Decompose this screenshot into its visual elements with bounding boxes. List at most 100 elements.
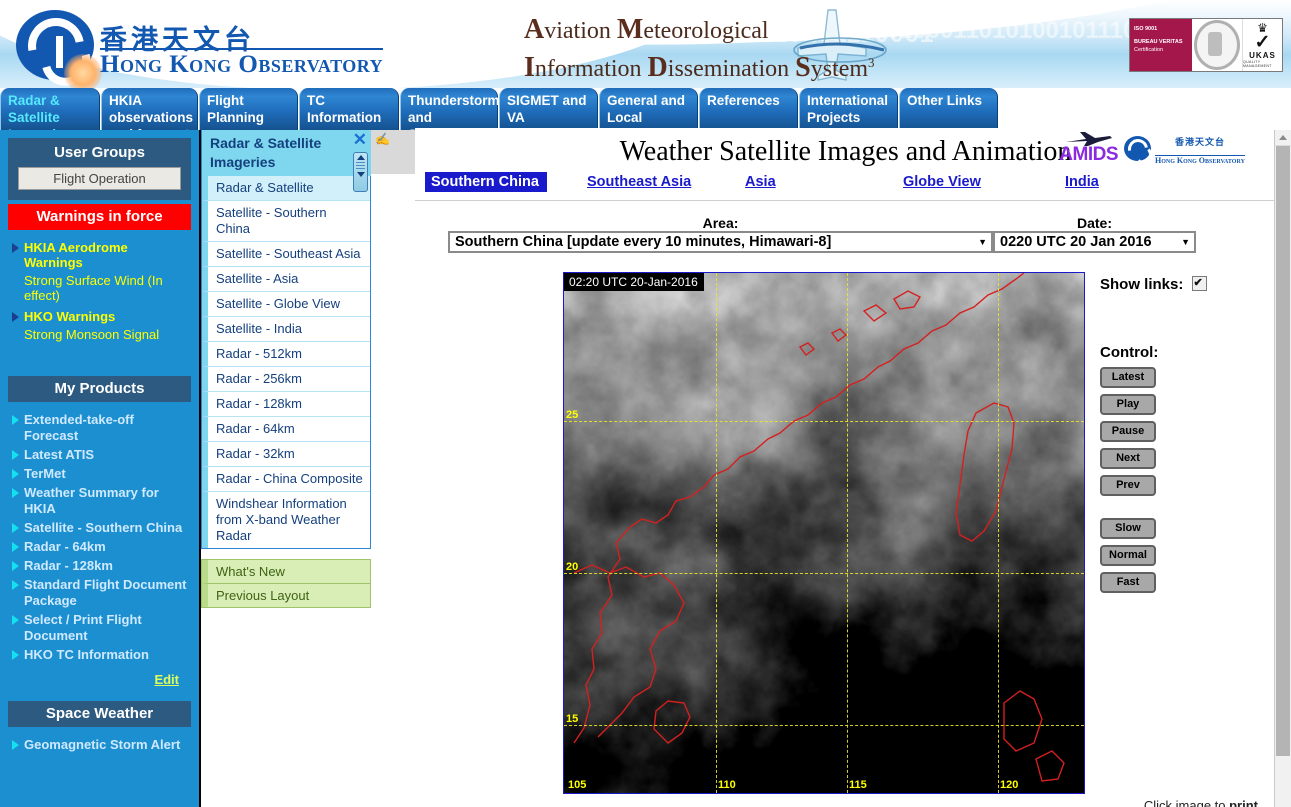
menu-item-radar-128km[interactable]: Radar - 128km <box>202 392 370 417</box>
tab-tc-information[interactable]: TC Information <box>299 88 399 130</box>
longitude-gridline <box>716 273 717 793</box>
my-product-item[interactable]: Weather Summary for HKIA <box>12 485 187 517</box>
my-product-item[interactable]: Satellite - Southern China <box>12 520 187 536</box>
next-button[interactable]: Next <box>1100 448 1156 469</box>
my-product-item[interactable]: Latest ATIS <box>12 447 187 463</box>
scrollbar-thumb[interactable] <box>1276 146 1290 756</box>
my-product-item[interactable]: Standard Flight Document Package <box>12 577 187 609</box>
control-panel: Show links: Control: Latest Play Pause Next… <box>1100 274 1230 593</box>
space-weather-list: Geomagnetic Storm Alert <box>8 727 191 753</box>
my-product-label: Weather Summary for HKIA <box>24 485 159 516</box>
space-weather-label: Geomagnetic Storm Alert <box>24 737 181 752</box>
menu-item-radar-32km[interactable]: Radar - 32km <box>202 442 370 467</box>
menu-item-satellite-globe-view[interactable]: Satellite - Globe View <box>202 292 370 317</box>
tab-thunderstorm-and-significant[interactable]: Thunderstorm and Significant <box>400 88 500 130</box>
nav-link-globe-view[interactable]: Globe View <box>903 174 981 190</box>
play-button[interactable]: Play <box>1100 394 1156 415</box>
hko-small-name-cn: 香港天文台 <box>1174 137 1225 148</box>
radar-satellite-menu-panel: Radar & Satellite Imageries ✕ Radar & Sa… <box>201 130 415 608</box>
space-weather-item[interactable]: Geomagnetic Storm Alert <box>12 737 187 753</box>
bookmark-icon[interactable]: ✍ <box>371 130 415 146</box>
menu-panel-extra-items: What's New Previous Layout <box>201 559 371 608</box>
satellite-image-frame[interactable]: 02:20 UTC 20-Jan-2016 25 20 15 105 110 115 120 <box>563 272 1085 794</box>
show-links-checkbox[interactable] <box>1191 274 1207 293</box>
tab-hkia-observations-and-forecast[interactable]: HKIA observations and forecast <box>101 88 198 130</box>
ukas-label: UKAS <box>1249 50 1276 60</box>
edit-my-products-link[interactable]: Edit <box>154 672 179 687</box>
menu-extra-what-s-new[interactable]: What's New <box>202 560 370 584</box>
tab-other-links[interactable]: Other Links <box>899 88 998 130</box>
nav-link-southeast-asia[interactable]: Southeast Asia <box>587 174 691 190</box>
my-product-item[interactable]: HKO TC Information <box>12 647 187 663</box>
coastline-path <box>653 700 691 744</box>
fast-button[interactable]: Fast <box>1100 572 1156 593</box>
tab-general-and-local-aviation[interactable]: General and Local Aviation <box>599 88 698 130</box>
menu-panel-scroll-handle[interactable] <box>353 152 368 192</box>
tab-sigmet-and-va-advisories[interactable]: SIGMET and VA Advisories <box>499 88 598 130</box>
bullet-arrow-icon <box>12 580 19 590</box>
latitude-gridline <box>564 725 1084 726</box>
tab-references[interactable]: References <box>699 88 798 130</box>
my-product-item[interactable]: Extended-take-off Forecast <box>12 412 187 444</box>
latitude-label: 15 <box>566 713 579 725</box>
system-title-superscript: 3 <box>868 55 875 70</box>
selector-bar: Area: Southern China [update every 10 mi… <box>415 215 1276 261</box>
nav-link-asia[interactable]: Asia <box>745 174 776 190</box>
menu-item-satellite-asia[interactable]: Satellite - Asia <box>202 267 370 292</box>
show-links-label: Show links: <box>1100 276 1184 293</box>
scroll-up-arrow-icon[interactable] <box>1275 130 1291 146</box>
satellite-image[interactable]: 02:20 UTC 20-Jan-2016 25 20 15 105 110 115 120 <box>564 273 1084 793</box>
close-icon[interactable]: ✕ <box>353 131 367 148</box>
menu-item-radar-256km[interactable]: Radar - 256km <box>202 367 370 392</box>
prev-button[interactable]: Prev <box>1100 475 1156 496</box>
pause-button[interactable]: Pause <box>1100 421 1156 442</box>
my-product-label: TerMet <box>24 466 66 481</box>
my-product-label: Select / Print Flight Document <box>24 612 142 643</box>
menu-item-satellite-southeast-asia[interactable]: Satellite - Southeast Asia <box>202 242 370 267</box>
nav-link-india[interactable]: India <box>1065 174 1099 190</box>
warning-detail: Strong Monsoon Signal <box>24 327 160 342</box>
menu-item-radar-china-composite[interactable]: Radar - China Composite <box>202 467 370 492</box>
region-nav-links: Southern China Southeast Asia Asia Globe Vi… <box>415 172 1276 201</box>
coastline-path <box>798 342 816 356</box>
bullet-arrow-icon <box>12 488 19 498</box>
warnings-list: HKIA Aerodrome Warnings Strong Surface Wi… <box>8 230 191 342</box>
normal-button[interactable]: Normal <box>1100 545 1156 566</box>
menu-item-radar-512km[interactable]: Radar - 512km <box>202 342 370 367</box>
bullet-arrow-icon <box>12 243 19 253</box>
menu-item-satellite-india[interactable]: Satellite - India <box>202 317 370 342</box>
left-sidebar: User Groups Flight Operation Warnings in… <box>0 130 201 807</box>
date-selector-group: Date: 0220 UTC 20 Jan 2016 ▼ <box>993 215 1196 253</box>
menu-item-radar-64km[interactable]: Radar - 64km <box>202 417 370 442</box>
show-links-row: Show links: <box>1100 274 1230 294</box>
bullet-arrow-icon <box>12 615 19 625</box>
hko-small-logo: 香港天文台 Hong Kong Observatory <box>1124 134 1270 165</box>
amids-logo-label: AMIDS <box>1059 144 1118 165</box>
my-product-item[interactable]: Radar - 128km <box>12 558 187 574</box>
menu-item-radar-satellite[interactable]: Radar & Satellite <box>202 176 370 201</box>
user-group-select[interactable]: Flight Operation <box>18 167 181 190</box>
nav-link-southern-china[interactable]: Southern China <box>425 172 547 192</box>
area-select[interactable]: Southern China [update every 10 minutes,… <box>448 231 993 253</box>
warning-item[interactable]: HKO Warnings <box>12 309 187 324</box>
my-product-item[interactable]: Radar - 64km <box>12 539 187 555</box>
my-product-item[interactable]: TerMet <box>12 466 187 482</box>
animation-control-buttons: Latest Play Pause Next Prev <box>1100 367 1230 496</box>
bullet-arrow-icon <box>12 542 19 552</box>
tab-flight-planning[interactable]: Flight Planning <box>199 88 298 130</box>
menu-extra-previous-layout[interactable]: Previous Layout <box>202 584 370 607</box>
my-product-label: Satellite - Southern China <box>24 520 183 535</box>
slow-button[interactable]: Slow <box>1100 518 1156 539</box>
warnings-in-force-title: Warnings in force <box>8 204 191 230</box>
date-select[interactable]: 0220 UTC 20 Jan 2016 ▼ <box>993 231 1196 253</box>
date-select-value: 0220 UTC 20 Jan 2016 <box>1000 234 1152 250</box>
latest-button[interactable]: Latest <box>1100 367 1156 388</box>
menu-item-satellite-southern-china[interactable]: Satellite - Southern China <box>202 201 370 242</box>
tab-radar-satellite-imageries[interactable]: Radar & Satellite Imageries <box>0 88 100 130</box>
vertical-scrollbar[interactable] <box>1274 130 1291 807</box>
menu-item-windshear-information-from-x-band-weather-radar[interactable]: Windshear Information from X-band Weathe… <box>202 492 370 548</box>
warning-item[interactable]: HKIA Aerodrome Warnings <box>12 240 187 270</box>
coastline-path <box>893 290 921 310</box>
tab-international-projects[interactable]: International Projects <box>799 88 898 130</box>
my-product-item[interactable]: Select / Print Flight Document <box>12 612 187 644</box>
